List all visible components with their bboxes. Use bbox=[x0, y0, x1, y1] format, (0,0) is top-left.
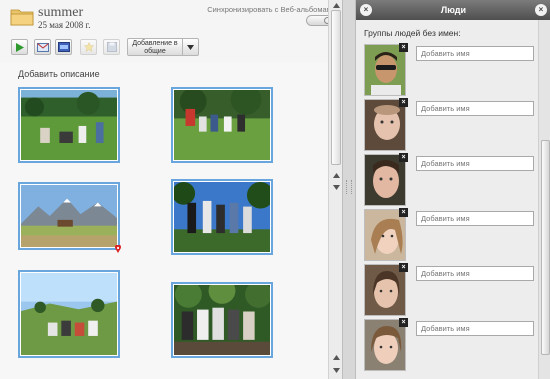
people-header: × Люди × bbox=[356, 0, 550, 20]
email-button[interactable] bbox=[34, 39, 51, 55]
people-title: Люди bbox=[440, 5, 467, 15]
location-pin-icon bbox=[115, 245, 121, 253]
chevron-down-icon bbox=[187, 44, 194, 50]
photo-group-standing bbox=[172, 182, 274, 252]
photo-grid: Добавить описание bbox=[0, 62, 328, 379]
face-photo bbox=[365, 45, 405, 95]
face-group-row: × bbox=[364, 208, 536, 261]
save-icon bbox=[106, 42, 117, 52]
photo-mountains bbox=[21, 185, 117, 247]
splitter-grip[interactable] bbox=[346, 180, 352, 194]
star-icon bbox=[83, 42, 94, 52]
photo-thumbnail[interactable] bbox=[18, 87, 120, 163]
add-name-input[interactable] bbox=[416, 211, 534, 226]
remove-face-button[interactable]: × bbox=[399, 153, 408, 162]
people-pane: × Люди × Группы людей без имен: × × × × bbox=[355, 0, 550, 379]
face-group-row: × bbox=[364, 263, 536, 316]
photo-thumbnail[interactable] bbox=[18, 182, 121, 253]
play-icon bbox=[16, 42, 24, 52]
face-photo bbox=[365, 100, 405, 150]
close-icon[interactable]: × bbox=[535, 4, 547, 16]
add-name-input[interactable] bbox=[416, 156, 534, 171]
face-group-row: × bbox=[364, 318, 536, 371]
face-photo bbox=[365, 320, 405, 370]
chevron-up-icon bbox=[332, 172, 340, 178]
save-button[interactable] bbox=[103, 39, 120, 55]
chevron-down-icon bbox=[332, 367, 340, 373]
add-description-link[interactable]: Добавить описание bbox=[18, 69, 100, 79]
web-icon bbox=[57, 42, 70, 52]
web-album-button[interactable] bbox=[55, 39, 72, 55]
face-group-row: × bbox=[364, 153, 536, 206]
add-to-shared-button[interactable]: Добавление в общие bbox=[127, 38, 183, 56]
chevron-up-icon bbox=[332, 354, 340, 360]
add-name-input[interactable] bbox=[416, 321, 534, 336]
scroll-down-arrow[interactable] bbox=[331, 182, 341, 192]
people-scrollbar[interactable] bbox=[538, 20, 550, 379]
face-photo bbox=[365, 155, 405, 205]
photo-group-lawn bbox=[174, 84, 270, 160]
photo-thumbnail[interactable] bbox=[18, 270, 120, 358]
album-pane: summer 25 мая 2008 г. Синхронизировать с… bbox=[0, 0, 342, 379]
photo-picnic-meadow bbox=[21, 90, 117, 160]
chevron-down-icon bbox=[332, 184, 340, 190]
face-photo bbox=[365, 210, 405, 260]
add-name-input[interactable] bbox=[416, 46, 534, 61]
folder-icon bbox=[10, 9, 34, 26]
face-group-row: × bbox=[364, 43, 536, 96]
unnamed-groups-label: Группы людей без имен: bbox=[364, 28, 461, 38]
add-to-shared-dropdown[interactable] bbox=[183, 38, 199, 56]
pane-splitter[interactable] bbox=[342, 0, 355, 379]
photo-thumbnail[interactable] bbox=[171, 84, 273, 163]
album-date[interactable]: 25 мая 2008 г. bbox=[38, 20, 90, 30]
remove-face-button[interactable]: × bbox=[399, 318, 408, 327]
chevron-up-icon bbox=[332, 2, 340, 8]
album-title[interactable]: summer bbox=[38, 5, 83, 21]
remove-face-button[interactable]: × bbox=[399, 43, 408, 52]
scroll-thumb[interactable] bbox=[331, 10, 341, 165]
face-group-row: × bbox=[364, 98, 536, 151]
slideshow-button[interactable] bbox=[11, 39, 28, 55]
scroll-thumb[interactable] bbox=[541, 140, 550, 355]
add-name-input[interactable] bbox=[416, 101, 534, 116]
photo-thumbnail[interactable] bbox=[171, 179, 274, 255]
scroll-down-arrow[interactable] bbox=[331, 365, 341, 375]
album-header: summer 25 мая 2008 г. Синхронизировать с… bbox=[0, 0, 342, 36]
remove-face-button[interactable]: × bbox=[399, 263, 408, 272]
scroll-up-arrow[interactable] bbox=[331, 352, 341, 362]
photo-group-sitting bbox=[174, 277, 272, 355]
photo-group-hill bbox=[21, 273, 117, 355]
remove-face-button[interactable]: × bbox=[399, 208, 408, 217]
email-icon bbox=[36, 42, 49, 52]
scroll-up-arrow[interactable] bbox=[331, 0, 341, 10]
sync-label: Синхронизировать с Веб-альбомами bbox=[207, 5, 336, 14]
scroll-up-arrow[interactable] bbox=[331, 170, 341, 180]
toolbar: Добавление в общие bbox=[0, 36, 342, 60]
album-scrollbar[interactable] bbox=[328, 0, 342, 379]
remove-face-button[interactable]: × bbox=[399, 98, 408, 107]
face-photo bbox=[365, 265, 405, 315]
photo-thumbnail[interactable] bbox=[171, 277, 273, 358]
star-button[interactable] bbox=[80, 39, 97, 55]
add-name-input[interactable] bbox=[416, 266, 534, 281]
